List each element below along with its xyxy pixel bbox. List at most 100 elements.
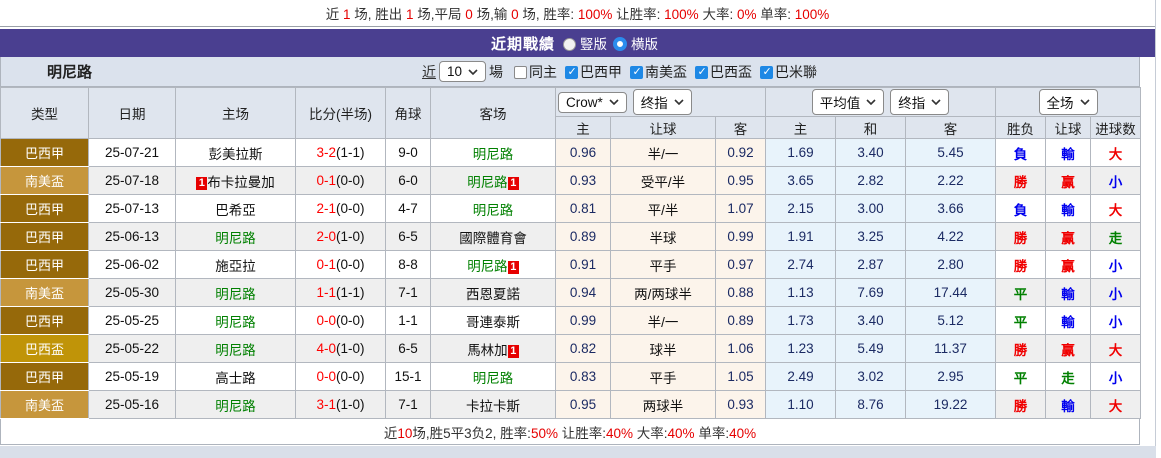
odds-source-select[interactable]: 全场 [1039, 89, 1098, 115]
fulltime-score: 4-0 [316, 341, 336, 356]
home-team-cell[interactable]: 1布卡拉曼加 [176, 167, 296, 195]
radio-label[interactable]: 横版 [631, 37, 658, 52]
checkbox-checked[interactable] [695, 66, 708, 79]
odds-source-select[interactable]: 终指 [633, 89, 692, 115]
away-team-name[interactable]: 明尼路 [473, 147, 514, 162]
odds-source-select[interactable]: Crow* [558, 92, 627, 113]
score-cell: 0-1(0-0) [296, 251, 386, 279]
stat-label: 近 [326, 7, 343, 22]
away-team-cell[interactable]: 馬林加1 [431, 335, 556, 363]
halftime-score: (1-1) [336, 145, 365, 160]
red-card-badge: 1 [508, 177, 519, 190]
results-table: 类型 日期 主场 比分(半场) 角球 客场 Crow*终指 平均值终指 全场 主… [0, 87, 1141, 419]
home-team-name[interactable]: 彭美拉斯 [209, 147, 263, 162]
away-team-name[interactable]: 明尼路 [467, 175, 508, 190]
home-team-cell[interactable]: 巴希亞 [176, 195, 296, 223]
home-team-name[interactable]: 明尼路 [215, 315, 256, 330]
handicap-line-cell: 平/半 [611, 195, 716, 223]
home-team-cell[interactable]: 明尼路 [176, 279, 296, 307]
handicap-away-odds-cell: 0.97 [716, 251, 766, 279]
away-team-name[interactable]: 馬林加 [467, 343, 508, 358]
away-team-cell[interactable]: 明尼路 [431, 139, 556, 167]
home-team-name[interactable]: 高士路 [215, 371, 256, 386]
select-value: 平均值 [820, 92, 861, 112]
away-team-cell[interactable]: 西恩夏諾 [431, 279, 556, 307]
home-team-cell[interactable]: 明尼路 [176, 223, 296, 251]
handicap-line-cell: 半球 [611, 223, 716, 251]
handicap-verdict-cell: 赢 [1046, 167, 1091, 195]
home-team-name[interactable]: 布卡拉曼加 [207, 175, 275, 190]
col-header-score: 比分(半场) [296, 88, 386, 139]
europe-away-odds-cell: 4.22 [906, 223, 996, 251]
home-team-name[interactable]: 明尼路 [215, 399, 256, 414]
handicap-away-odds-cell: 1.06 [716, 335, 766, 363]
handicap-home-odds-cell: 0.94 [556, 279, 611, 307]
checkbox-label[interactable]: 巴米聯 [775, 64, 817, 80]
away-team-cell[interactable]: 明尼路 [431, 195, 556, 223]
checkbox-label[interactable]: 同主 [529, 64, 557, 80]
away-team-cell[interactable]: 哥連泰斯 [431, 307, 556, 335]
match-count-select[interactable]: 10 [439, 61, 486, 82]
away-team-cell[interactable]: 明尼路1 [431, 251, 556, 279]
away-team-name[interactable]: 明尼路 [473, 203, 514, 218]
home-team-cell[interactable]: 明尼路 [176, 307, 296, 335]
league-cell: 巴西甲 [1, 223, 89, 251]
away-team-cell[interactable]: 國際體育會 [431, 223, 556, 251]
radio-unselected[interactable] [563, 38, 576, 51]
home-team-name[interactable]: 明尼路 [215, 231, 256, 246]
home-team-cell[interactable]: 彭美拉斯 [176, 139, 296, 167]
handicap-line-cell: 球半 [611, 335, 716, 363]
odds-source-select[interactable]: 平均值 [812, 89, 885, 115]
checkbox-checked[interactable] [760, 66, 773, 79]
away-team-name[interactable]: 國際體育會 [459, 231, 527, 246]
stat-value: 100% [795, 7, 830, 22]
checkbox-label[interactable]: 巴西甲 [580, 64, 622, 80]
away-team-cell[interactable]: 明尼路1 [431, 167, 556, 195]
home-team-name[interactable]: 明尼路 [215, 287, 256, 302]
summary-top-bar: 近 1 场, 胜出 1 场,平局 0 场,输 0 场, 胜率: 100% 让胜率… [0, 0, 1155, 27]
radio-label[interactable]: 豎版 [580, 37, 607, 52]
summary-bottom-bar: 近10场,胜5平3负2, 胜率:50% 让胜率:40% 大率:40% 单率:40… [0, 419, 1140, 445]
away-team-cell[interactable]: 卡拉卡斯 [431, 391, 556, 419]
handicap-line-cell: 半/一 [611, 307, 716, 335]
checkbox-label[interactable]: 南美盃 [645, 64, 687, 80]
radio-selected[interactable] [613, 37, 627, 51]
match-row: 巴西甲25-07-13巴希亞2-1(0-0)4-7明尼路0.81平/半1.072… [1, 195, 1141, 223]
europe-draw-odds-cell: 8.76 [836, 391, 906, 419]
halftime-score: (0-0) [336, 173, 365, 188]
europe-away-odds-cell: 5.12 [906, 307, 996, 335]
away-team-cell[interactable]: 明尼路 [431, 363, 556, 391]
date-cell: 25-07-13 [89, 195, 176, 223]
chevron-down-icon [468, 69, 478, 75]
checkbox-unchecked[interactable] [514, 66, 527, 79]
away-team-name[interactable]: 卡拉卡斯 [466, 399, 520, 414]
odds-source-select[interactable]: 终指 [890, 89, 949, 115]
away-team-name[interactable]: 明尼路 [467, 259, 508, 274]
home-team-cell[interactable]: 施亞拉 [176, 251, 296, 279]
near-link[interactable]: 近 [422, 62, 436, 82]
away-team-name[interactable]: 哥連泰斯 [466, 315, 520, 330]
home-team-name[interactable]: 巴希亞 [215, 203, 256, 218]
home-team-cell[interactable]: 明尼路 [176, 335, 296, 363]
checkbox-checked[interactable] [630, 66, 643, 79]
home-team-name[interactable]: 明尼路 [215, 343, 256, 358]
home-team-cell[interactable]: 明尼路 [176, 391, 296, 419]
date-cell: 25-06-02 [89, 251, 176, 279]
stat-value: 40% [729, 426, 756, 441]
halftime-score: (0-0) [336, 201, 365, 216]
select-value: 终指 [641, 92, 668, 112]
away-team-name[interactable]: 西恩夏諾 [466, 287, 520, 302]
away-team-name[interactable]: 明尼路 [473, 371, 514, 386]
checkbox-label[interactable]: 巴西盃 [710, 64, 752, 80]
europe-home-odds-cell: 2.74 [766, 251, 836, 279]
home-team-name[interactable]: 施亞拉 [215, 259, 256, 274]
europe-away-odds-cell: 19.22 [906, 391, 996, 419]
stat-value: 0% [737, 7, 757, 22]
home-team-cell[interactable]: 高士路 [176, 363, 296, 391]
corner-cell: 1-1 [386, 307, 431, 335]
sub-col-header: 主 [556, 117, 611, 139]
handicap-line-cell: 两球半 [611, 391, 716, 419]
checkbox-checked[interactable] [565, 66, 578, 79]
match-row: 巴西甲25-05-25明尼路0-0(0-0)1-1哥連泰斯0.99半/一0.89… [1, 307, 1141, 335]
halftime-score: (1-0) [336, 229, 365, 244]
